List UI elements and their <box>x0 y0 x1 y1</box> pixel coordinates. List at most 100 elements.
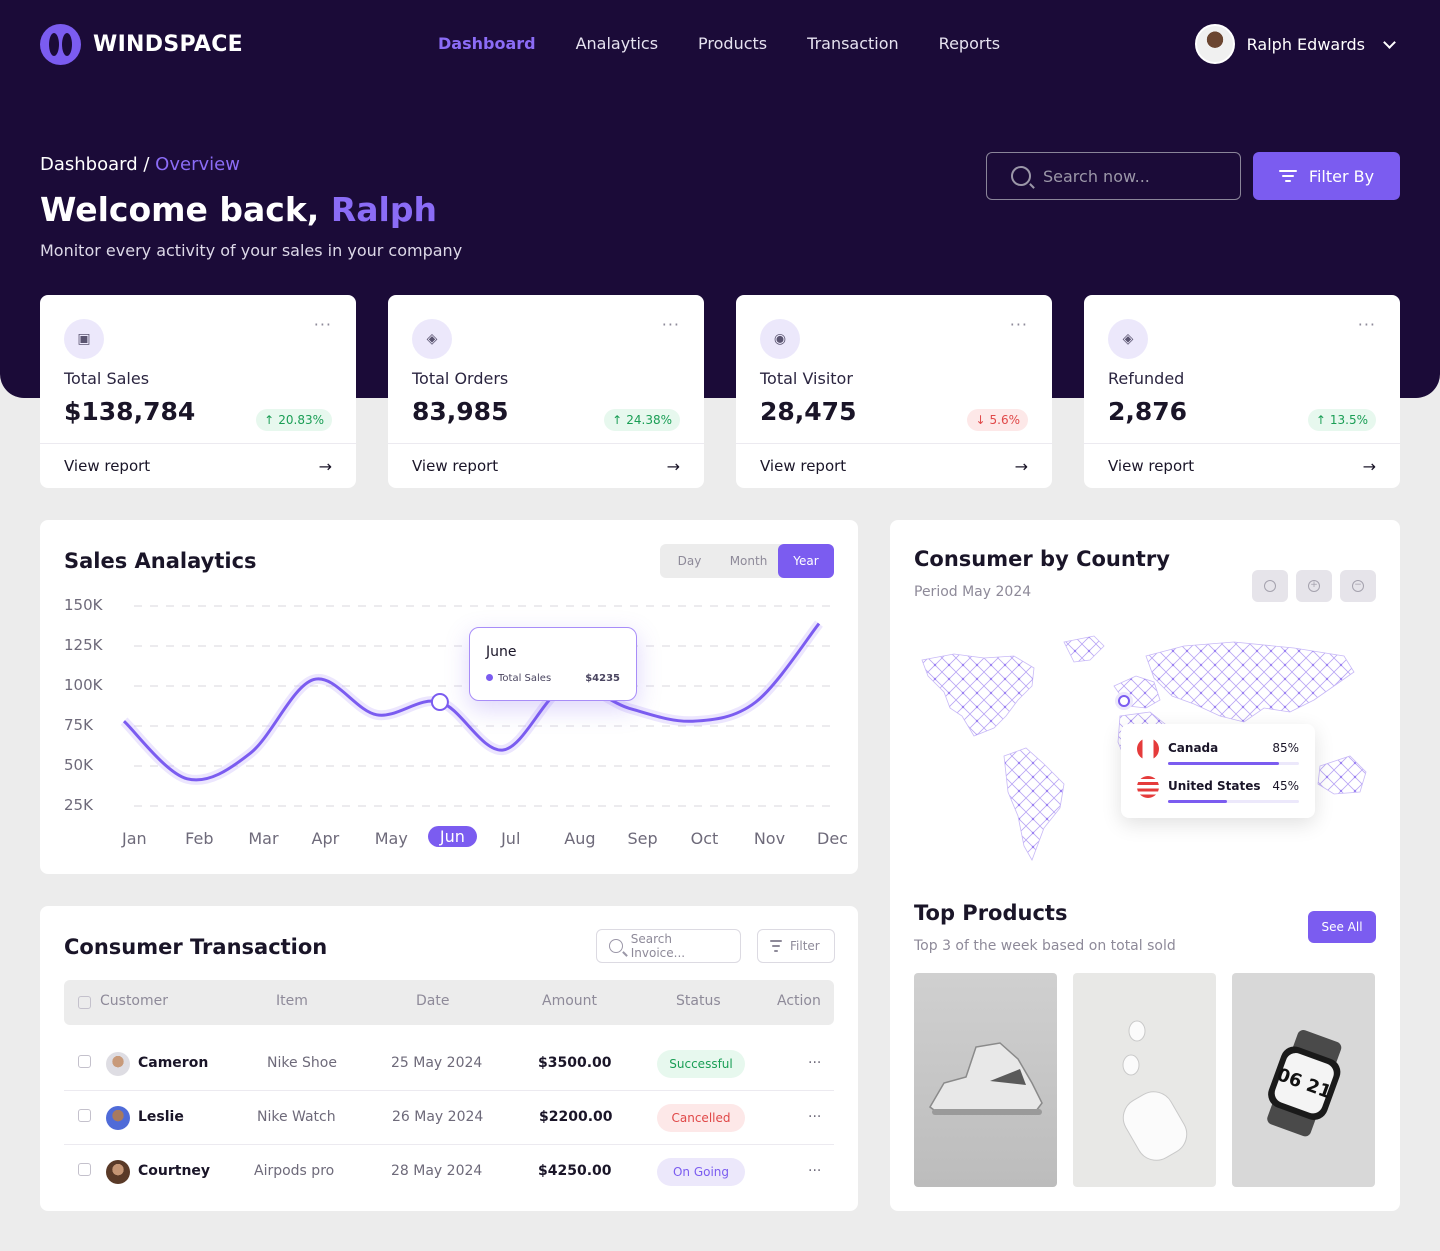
item: Nike Watch <box>257 1109 336 1125</box>
y-tick-label: 50K <box>64 756 93 774</box>
row-checkbox[interactable] <box>78 1109 91 1122</box>
x-tick-label[interactable]: Oct <box>691 829 719 848</box>
x-tick-label[interactable]: May <box>375 829 408 848</box>
x-tick-label[interactable]: Aug <box>564 829 595 848</box>
country-percent: 85% <box>1272 741 1299 755</box>
search-input[interactable]: Search now... <box>986 152 1241 200</box>
breadcrumb-root[interactable]: Dashboard <box>40 154 138 175</box>
table-filter-button[interactable]: Filter <box>757 929 835 963</box>
nav-analytics[interactable]: Analaytics <box>576 34 658 53</box>
tooltip-month: June <box>486 644 517 660</box>
arrow-up-icon: ↑ <box>612 413 623 427</box>
table-row[interactable]: Cameron Nike Shoe 25 May 2024 $3500.00 S… <box>64 1037 834 1091</box>
nav-reports[interactable]: Reports <box>939 34 1000 53</box>
user-name: Ralph Edwards <box>1246 34 1365 54</box>
filter-button[interactable]: Filter By <box>1253 152 1400 200</box>
breadcrumb-current: Overview <box>155 154 240 175</box>
more-icon[interactable]: ··· <box>1358 315 1376 334</box>
x-tick-label[interactable]: Jun <box>427 826 477 847</box>
series-dot <box>486 674 493 681</box>
stat-label: Total Orders <box>412 369 509 388</box>
date: 28 May 2024 <box>391 1163 483 1179</box>
stat-change: 20.83% <box>278 413 324 427</box>
arrow-right-icon: → <box>318 456 332 476</box>
chart-icon: ▣ <box>64 319 104 359</box>
table-row[interactable]: Courtney Airpods pro 28 May 2024 $4250.0… <box>64 1145 834 1199</box>
nav-products[interactable]: Products <box>698 34 767 53</box>
see-all-button[interactable]: See All <box>1308 911 1376 943</box>
row-checkbox[interactable] <box>78 1163 91 1176</box>
product-card-shoe[interactable] <box>914 973 1057 1187</box>
view-report-link[interactable]: View report → <box>388 443 704 488</box>
stat-value: 2,876 <box>1108 397 1188 426</box>
select-all-checkbox[interactable] <box>78 996 91 1009</box>
filter-icon <box>770 940 782 952</box>
progress-bar <box>1168 762 1299 765</box>
customer-name: Cameron <box>138 1055 209 1071</box>
more-icon[interactable]: ··· <box>314 315 332 334</box>
period-year[interactable]: Year <box>778 544 834 578</box>
refund-box-icon: ◈ <box>1108 319 1148 359</box>
more-icon[interactable]: ··· <box>1010 315 1028 334</box>
x-tick-label[interactable]: Apr <box>312 829 340 848</box>
view-report-link[interactable]: View report → <box>736 443 1052 488</box>
status-badge: Cancelled <box>657 1104 745 1132</box>
x-tick-label[interactable]: Dec <box>817 829 848 848</box>
row-checkbox[interactable] <box>78 1055 91 1068</box>
product-card-airpods[interactable] <box>1073 973 1216 1187</box>
y-tick-label: 25K <box>64 796 93 814</box>
row-action-more-icon[interactable]: ··· <box>808 1109 821 1125</box>
amount: $2200.00 <box>539 1109 613 1125</box>
row-action-more-icon[interactable]: ··· <box>808 1055 821 1071</box>
view-report-link[interactable]: View report → <box>40 443 356 488</box>
x-tick-label[interactable]: Nov <box>754 829 785 848</box>
table-row[interactable]: Leslie Nike Watch 26 May 2024 $2200.00 C… <box>64 1091 834 1145</box>
view-report-label: View report <box>412 457 499 475</box>
nav-transaction[interactable]: Transaction <box>807 34 899 53</box>
customer-name: Courtney <box>138 1163 211 1179</box>
x-tick-label[interactable]: Mar <box>248 829 278 848</box>
page-subtitle: Monitor every activity of your sales in … <box>40 241 463 260</box>
x-tick-label[interactable]: Jan <box>122 829 147 848</box>
date: 26 May 2024 <box>392 1109 484 1125</box>
brand-logo[interactable]: WINDSPACE <box>40 24 243 65</box>
date: 25 May 2024 <box>391 1055 483 1071</box>
y-tick-label: 125K <box>64 636 103 654</box>
nav-dashboard[interactable]: Dashboard <box>438 34 536 53</box>
country-period: Period May 2024 <box>914 584 1032 600</box>
country-products-panel: Consumer by Country Period May 2024 + − … <box>890 520 1400 1211</box>
arrow-up-icon: ↑ <box>264 413 275 427</box>
col-status: Status <box>676 993 721 1009</box>
invoice-search-input[interactable]: Search Invoice... <box>596 929 741 963</box>
welcome-name: Ralph <box>330 190 437 229</box>
top-products-title: Top Products <box>914 901 1068 925</box>
y-tick-label: 75K <box>64 716 93 734</box>
x-tick-label[interactable]: Feb <box>185 829 213 848</box>
breadcrumb: Dashboard / Overview <box>40 154 240 175</box>
zoom-in-button[interactable]: + <box>1296 570 1332 602</box>
x-tick-label[interactable]: Jul <box>501 829 520 848</box>
stat-value: 83,985 <box>412 397 509 426</box>
filter-icon <box>1278 170 1297 182</box>
row-action-more-icon[interactable]: ··· <box>808 1163 821 1179</box>
period-month[interactable]: Month <box>719 554 778 568</box>
product-card-watch[interactable]: 06 21 <box>1232 973 1375 1187</box>
view-report-label: View report <box>760 457 847 475</box>
user-menu[interactable]: Ralph Edwards <box>1194 24 1396 64</box>
selected-point[interactable] <box>430 693 449 711</box>
eye-icon: ◉ <box>760 319 800 359</box>
stat-value: $138,784 <box>64 397 196 426</box>
arrow-right-icon: → <box>1014 456 1028 476</box>
zoom-out-button[interactable]: − <box>1340 570 1376 602</box>
view-report-link[interactable]: View report → <box>1084 443 1400 488</box>
country-title: Consumer by Country <box>914 547 1170 571</box>
x-tick-label[interactable]: Sep <box>627 829 657 848</box>
logo-icon <box>40 24 81 65</box>
map-search-button[interactable] <box>1252 570 1288 602</box>
sneaker-image <box>929 1042 1043 1115</box>
more-icon[interactable]: ··· <box>662 315 680 334</box>
period-day[interactable]: Day <box>660 554 719 568</box>
chevron-down-icon <box>1383 35 1396 49</box>
transactions-title: Consumer Transaction <box>64 935 328 959</box>
avatar <box>106 1106 130 1130</box>
